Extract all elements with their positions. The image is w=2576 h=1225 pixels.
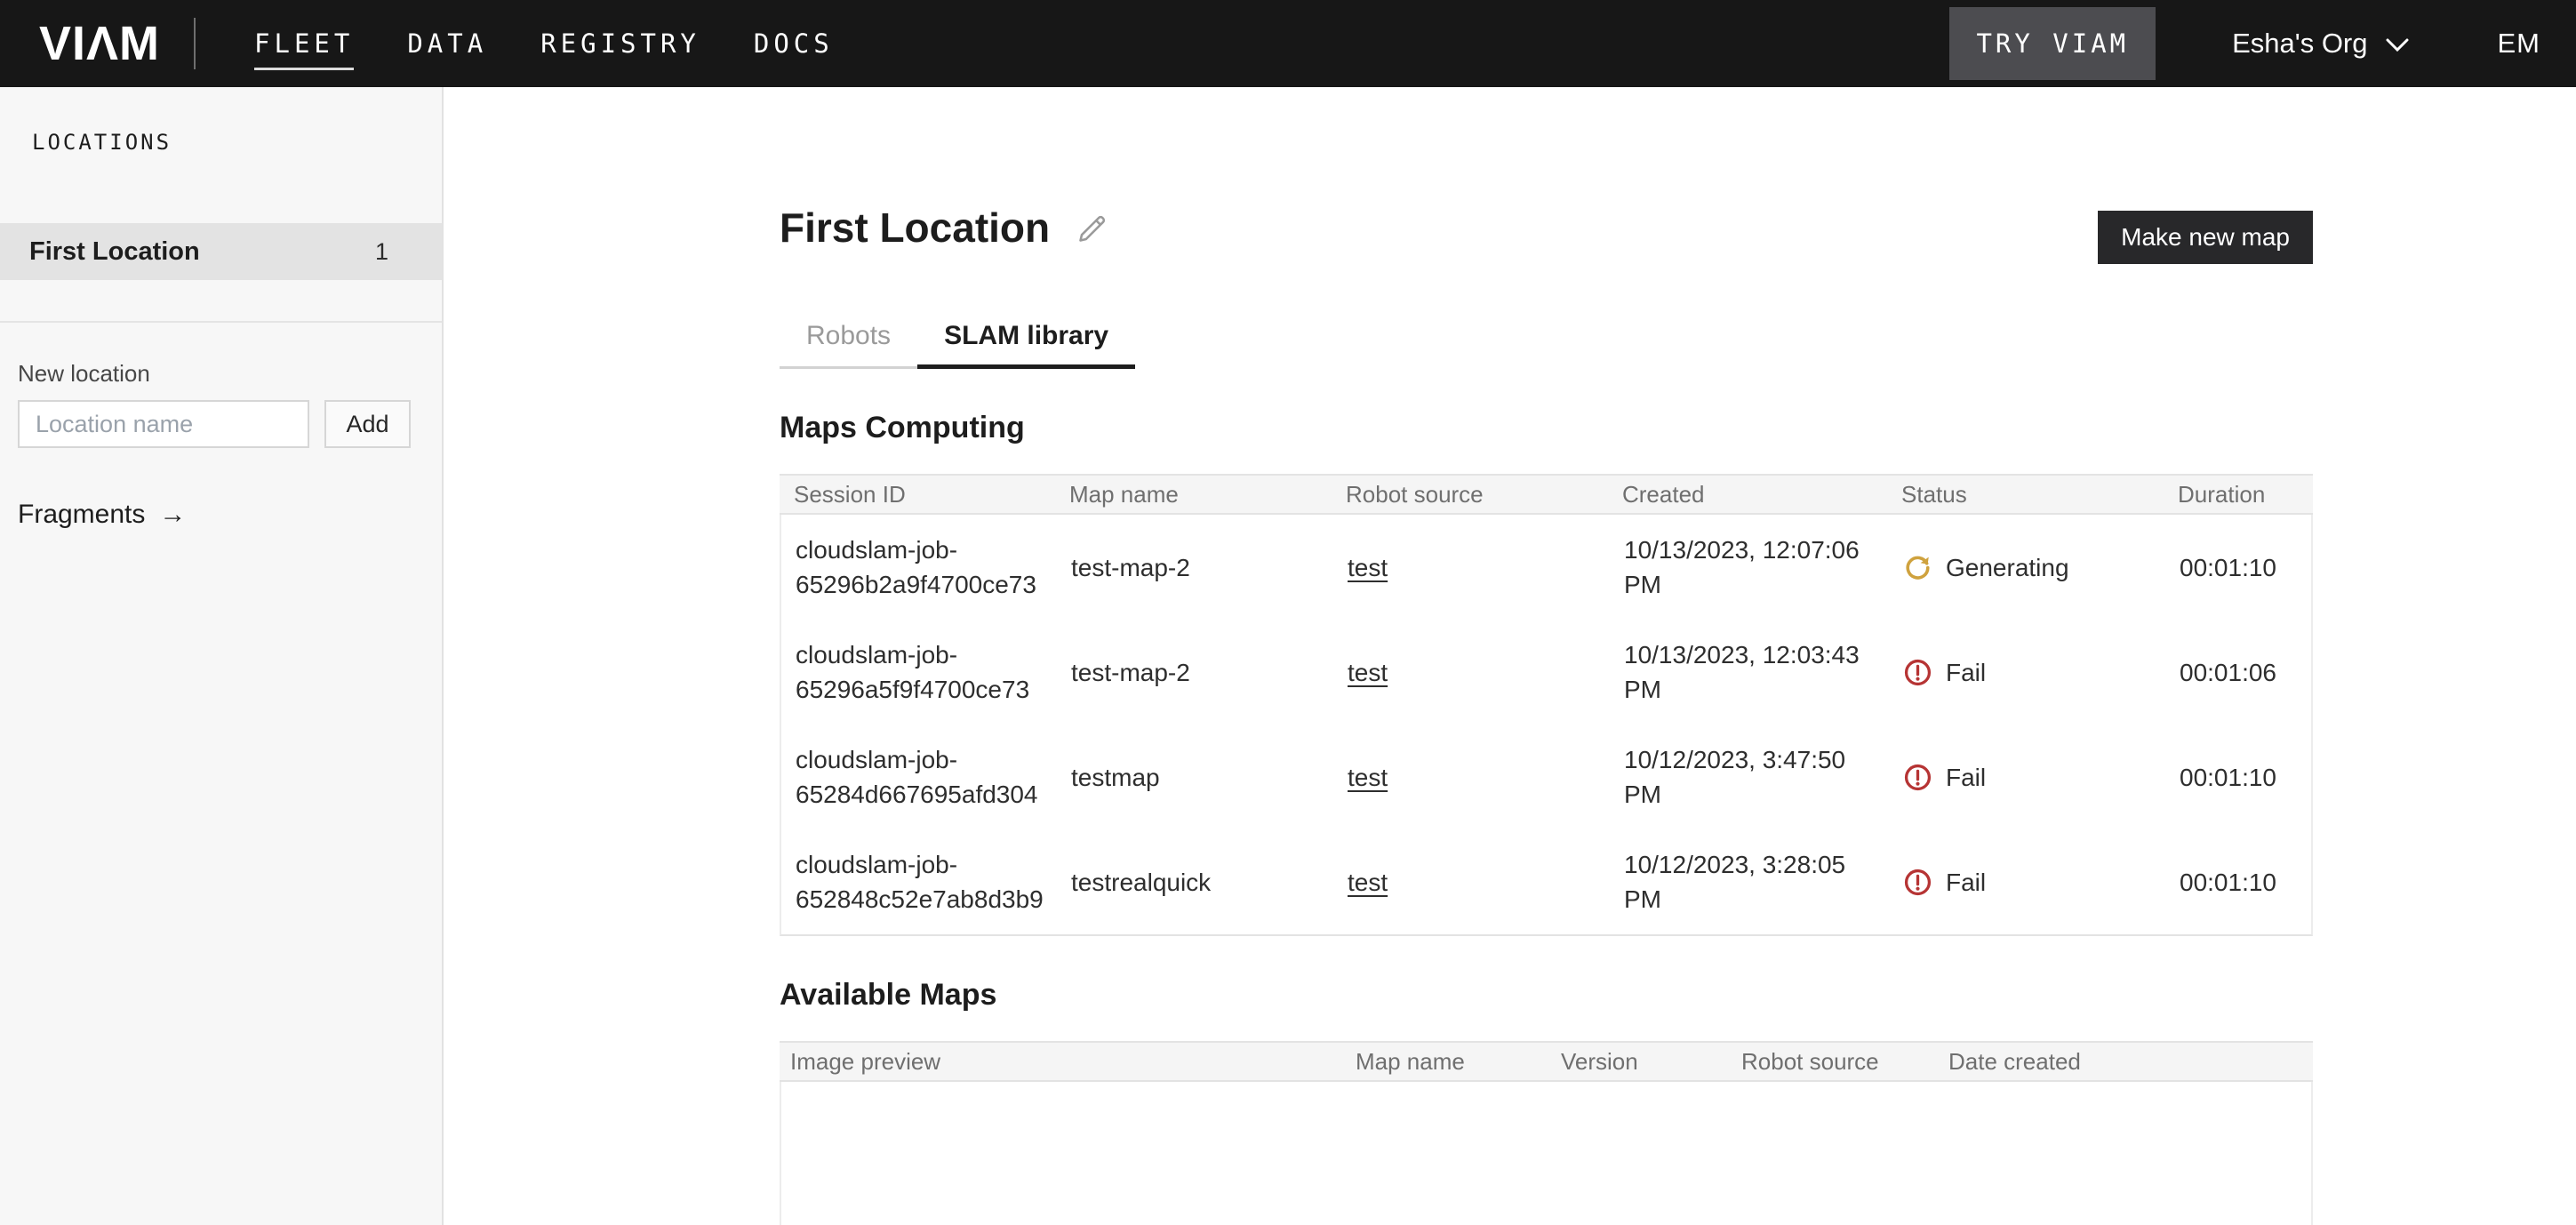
- status-label: Generating: [1946, 550, 2069, 585]
- col-created: Created: [1608, 481, 1887, 508]
- maps-computing-header-row: Session ID Map name Robot source Created…: [780, 474, 2313, 515]
- created-cell: 10/13/2023, 12:07:06 PM: [1610, 532, 1889, 602]
- page-title: First Location: [780, 207, 1050, 248]
- col-robot-source: Robot source: [1731, 1048, 1938, 1076]
- add-location-button[interactable]: Add: [324, 400, 411, 448]
- available-maps-empty-body: [780, 1082, 2313, 1225]
- fail-alert-icon: [1903, 658, 1932, 687]
- maps-computing-body: cloudslam-job-65296b2a9f4700ce73 test-ma…: [780, 515, 2313, 936]
- fragments-label: Fragments: [18, 500, 145, 530]
- created-cell: 10/13/2023, 12:03:43 PM: [1610, 637, 1889, 707]
- status-label: Fail: [1946, 655, 1986, 690]
- tab-slam-library[interactable]: SLAM library: [917, 321, 1135, 369]
- org-switcher[interactable]: Esha's Org: [2232, 28, 2408, 60]
- col-map-name: Map name: [1055, 481, 1332, 508]
- robot-source-cell: test: [1333, 655, 1610, 690]
- new-location-row: Add: [18, 400, 442, 448]
- status-cell: Fail: [1889, 760, 2165, 795]
- duration-cell: 00:01:10: [2165, 865, 2311, 900]
- tabs: Robots SLAM library: [780, 321, 2313, 369]
- session-id-cell: cloudslam-job-652848c52e7ab8d3b9: [781, 847, 1057, 917]
- session-id-cell: cloudslam-job-65284d667695afd304: [781, 742, 1057, 812]
- user-menu[interactable]: EM: [2498, 28, 2541, 60]
- robot-source-cell: test: [1333, 760, 1610, 795]
- maps-computing-table: Session ID Map name Robot source Created…: [780, 474, 2313, 936]
- tab-robots[interactable]: Robots: [780, 321, 917, 369]
- available-maps-heading: Available Maps: [780, 975, 2313, 1014]
- robot-source-cell: test: [1333, 550, 1610, 585]
- col-version: Version: [1550, 1048, 1731, 1076]
- nav-link-registry[interactable]: REGISTRY: [540, 28, 700, 59]
- col-image-preview: Image preview: [780, 1048, 1345, 1076]
- arrow-right-icon: →: [159, 500, 186, 530]
- title-row: First Location Make new map: [780, 207, 2313, 264]
- maps-computing-heading: Maps Computing: [780, 408, 2313, 447]
- viam-logo[interactable]: VIΛM: [39, 20, 160, 68]
- table-row: cloudslam-job-65296a5f9f4700ce73 test-ma…: [781, 620, 2311, 725]
- nav-link-fleet[interactable]: FLEET: [254, 28, 354, 70]
- sidebar-divider: [0, 321, 442, 323]
- robot-source-link[interactable]: test: [1348, 764, 1388, 791]
- new-location-label: New location: [18, 360, 442, 388]
- status-cell: Fail: [1889, 865, 2165, 900]
- make-new-map-button[interactable]: Make new map: [2098, 211, 2313, 264]
- duration-cell: 00:01:06: [2165, 655, 2311, 690]
- available-maps-table: Image preview Map name Version Robot sou…: [780, 1041, 2313, 1225]
- content: LOCATIONS First Location 1 New location …: [0, 87, 2576, 1225]
- map-name-cell: test-map-2: [1057, 550, 1333, 585]
- fragments-link[interactable]: Fragments →: [18, 500, 186, 530]
- chevron-down-icon: [2386, 28, 2409, 60]
- sidebar-item-first-location[interactable]: First Location 1: [0, 223, 442, 280]
- generating-refresh-icon: [1903, 553, 1932, 582]
- location-name: First Location: [29, 237, 200, 267]
- robot-source-link[interactable]: test: [1348, 869, 1388, 896]
- table-row: cloudslam-job-65296b2a9f4700ce73 test-ma…: [781, 515, 2311, 620]
- nav-link-docs[interactable]: DOCS: [754, 28, 834, 59]
- fail-alert-icon: [1903, 868, 1932, 897]
- table-row: cloudslam-job-652848c52e7ab8d3b9 testrea…: [781, 829, 2311, 934]
- viam-app: VIΛM FLEET DATA REGISTRY DOCS TRY VIAM E…: [0, 0, 2576, 1225]
- main-panel: First Location Make new map Robots SLAM …: [444, 87, 2576, 1225]
- robot-source-link[interactable]: test: [1348, 659, 1388, 686]
- status-label: Fail: [1946, 760, 1986, 795]
- col-duration: Duration: [2164, 481, 2313, 508]
- session-id-cell: cloudslam-job-65296a5f9f4700ce73: [781, 637, 1057, 707]
- edit-pencil-icon[interactable]: [1076, 212, 1108, 249]
- nav-links: FLEET DATA REGISTRY DOCS: [254, 28, 834, 59]
- duration-cell: 00:01:10: [2165, 550, 2311, 585]
- session-id-cell: cloudslam-job-65296b2a9f4700ce73: [781, 532, 1057, 602]
- col-status: Status: [1887, 481, 2164, 508]
- col-map-name: Map name: [1345, 1048, 1550, 1076]
- map-name-cell: test-map-2: [1057, 655, 1333, 690]
- robot-source-link[interactable]: test: [1348, 554, 1388, 581]
- nav-divider: [194, 18, 196, 69]
- available-maps-header-row: Image preview Map name Version Robot sou…: [780, 1041, 2313, 1082]
- status-label: Fail: [1946, 865, 1986, 900]
- col-robot-source: Robot source: [1332, 481, 1608, 508]
- created-cell: 10/12/2023, 3:28:05 PM: [1610, 847, 1889, 917]
- location-robot-count: 1: [375, 238, 388, 266]
- fail-alert-icon: [1903, 763, 1932, 792]
- duration-cell: 00:01:10: [2165, 760, 2311, 795]
- nav-link-data[interactable]: DATA: [407, 28, 487, 59]
- map-name-cell: testrealquick: [1057, 865, 1333, 900]
- sidebar-heading: LOCATIONS: [0, 87, 442, 155]
- status-cell: Generating: [1889, 550, 2165, 585]
- col-date-created: Date created: [1938, 1048, 2313, 1076]
- col-session-id: Session ID: [780, 481, 1055, 508]
- status-cell: Fail: [1889, 655, 2165, 690]
- locations-sidebar: LOCATIONS First Location 1 New location …: [0, 87, 444, 1225]
- location-name-input[interactable]: [18, 400, 309, 448]
- created-cell: 10/12/2023, 3:47:50 PM: [1610, 742, 1889, 812]
- table-row: cloudslam-job-65284d667695afd304 testmap…: [781, 725, 2311, 829]
- try-viam-button[interactable]: TRY VIAM: [1949, 7, 2156, 80]
- robot-source-cell: test: [1333, 865, 1610, 900]
- map-name-cell: testmap: [1057, 760, 1333, 795]
- top-nav: VIΛM FLEET DATA REGISTRY DOCS TRY VIAM E…: [0, 0, 2576, 87]
- org-name: Esha's Org: [2232, 28, 2367, 60]
